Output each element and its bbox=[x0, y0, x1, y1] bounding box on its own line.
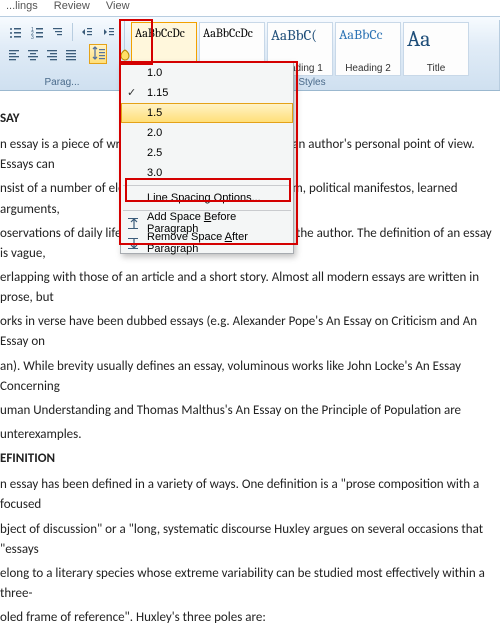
spacing-value: 2.0 bbox=[147, 127, 162, 139]
spacing-option[interactable]: 2.0 bbox=[121, 123, 293, 143]
doc-line: bject of discussion" or a "long, systema… bbox=[0, 520, 498, 560]
doc-line: unterexamples. bbox=[0, 425, 498, 445]
bullets-button[interactable] bbox=[6, 22, 24, 42]
line-spacing-menu: 1.0 ✓ 1.15 1.5 2.0 2.5 3.0 Line Spacing Options… bbox=[120, 62, 294, 254]
spacing-option[interactable]: 1.0 bbox=[121, 63, 293, 83]
paragraph-spacing-icon bbox=[125, 235, 141, 251]
style-card[interactable]: AaBbCc Heading 2 bbox=[335, 22, 401, 76]
align-left-button[interactable] bbox=[6, 44, 22, 64]
add-space-before[interactable]: Add Space Before Paragraph bbox=[121, 213, 293, 233]
doc-line: n essay has been defined in a variety of… bbox=[0, 475, 498, 515]
menu-separator bbox=[123, 185, 291, 186]
remove-space-after[interactable]: Remove Space After Paragraph bbox=[121, 233, 293, 253]
line-spacing-button[interactable] bbox=[89, 44, 107, 64]
tab-mailings[interactable]: ...lings bbox=[6, 0, 38, 16]
line-spacing-options[interactable]: Line Spacing Options... bbox=[121, 188, 293, 208]
style-preview: AaBbCcDc bbox=[135, 26, 193, 40]
align-right-button[interactable] bbox=[44, 44, 60, 64]
style-preview: AaBbC( bbox=[271, 26, 329, 44]
increase-indent-button[interactable] bbox=[100, 22, 118, 42]
paragraph-group-label: Parag... bbox=[6, 77, 118, 90]
style-name: Title bbox=[407, 63, 465, 74]
align-center-button[interactable] bbox=[25, 44, 41, 64]
spacing-option[interactable]: ✓ 1.15 bbox=[121, 83, 293, 103]
spacing-value: 1.0 bbox=[147, 67, 162, 79]
doc-line: orks in verse have been dubbed essays (e… bbox=[0, 312, 498, 352]
justify-button[interactable] bbox=[63, 44, 79, 64]
style-card[interactable]: Aa Title bbox=[403, 22, 469, 76]
decrease-indent-button[interactable] bbox=[78, 22, 96, 42]
tab-review[interactable]: Review bbox=[54, 0, 90, 16]
doc-line: elong to a literary species whose extrem… bbox=[0, 564, 498, 604]
spacing-option[interactable]: 3.0 bbox=[121, 163, 293, 183]
spacing-value: 2.5 bbox=[147, 147, 162, 159]
doc-line: an). While brevity usually defines an es… bbox=[0, 357, 498, 397]
style-preview: Aa bbox=[407, 26, 465, 52]
style-preview: AaBbCc bbox=[339, 26, 397, 43]
spacing-option[interactable]: 2.5 bbox=[121, 143, 293, 163]
paragraph-group: 123 Parag... bbox=[0, 20, 125, 90]
spacing-value: 1.5 bbox=[147, 107, 162, 119]
spacing-value: 3.0 bbox=[147, 167, 162, 179]
paragraph-spacing-icon bbox=[125, 215, 141, 231]
doc-heading: EFINITION bbox=[0, 449, 498, 469]
style-preview: AaBbCcDc bbox=[203, 26, 261, 40]
check-icon: ✓ bbox=[127, 86, 136, 99]
tab-view[interactable]: View bbox=[106, 0, 130, 16]
spacing-value: 1.15 bbox=[147, 87, 168, 99]
menu-item-label: Remove Space After Paragraph bbox=[147, 231, 285, 255]
spacing-option[interactable]: 1.5 bbox=[121, 103, 293, 123]
multilevel-list-button[interactable] bbox=[49, 22, 67, 42]
doc-line: oled frame of reference". Huxley's three… bbox=[0, 608, 498, 628]
doc-line: erlapping with those of an article and a… bbox=[0, 268, 498, 308]
svg-text:3: 3 bbox=[31, 35, 34, 39]
numbering-button[interactable]: 123 bbox=[27, 22, 45, 42]
ribbon-tabs: ...lings Review View bbox=[0, 0, 500, 16]
style-name: Heading 2 bbox=[339, 63, 397, 74]
doc-line: uman Understanding and Thomas Malthus's … bbox=[0, 401, 498, 421]
